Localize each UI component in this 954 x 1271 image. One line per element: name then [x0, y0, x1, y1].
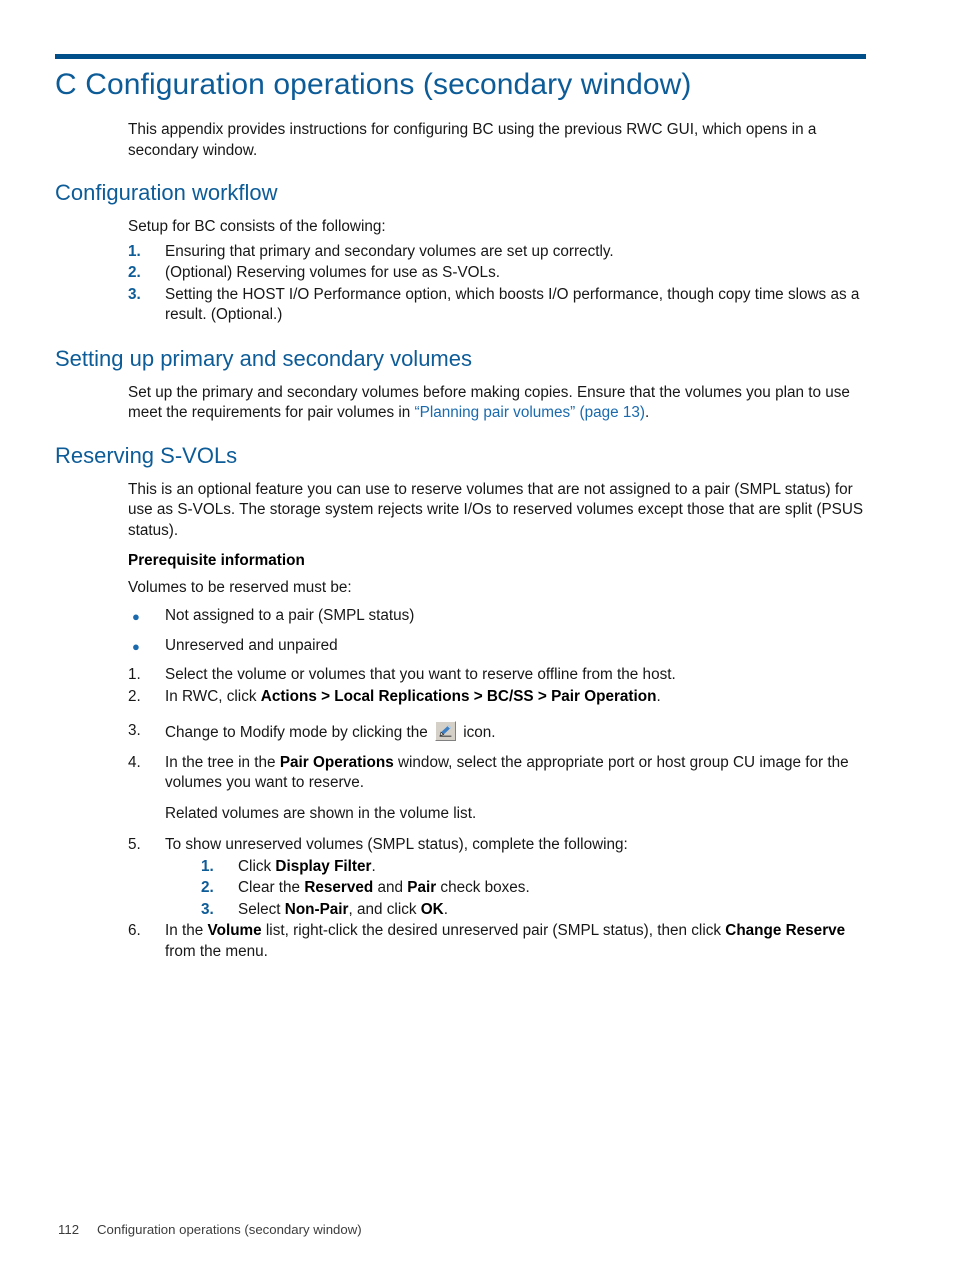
footer-chapter-title: Configuration operations (secondary wind… — [97, 1222, 362, 1237]
list-item: 2. Clear the Reserved and Pair check box… — [201, 878, 870, 899]
substep1-control: Display Filter — [275, 857, 372, 875]
workflow-step-list: 1. Ensuring that primary and secondary v… — [128, 242, 870, 326]
list-item-text: Unreserved and unpaired — [165, 636, 338, 654]
workflow-intro: Setup for BC consists of the following: — [128, 218, 386, 235]
pencil-icon[interactable] — [435, 721, 456, 741]
list-item: 2. In RWC, click Actions > Local Replica… — [128, 687, 870, 708]
substep2-control-2: Pair — [407, 879, 437, 896]
list-item-text: Setting the HOST I/O Performance option,… — [165, 285, 860, 324]
step6-control-2: Change Reserve — [725, 922, 846, 939]
list-item: 2. (Optional) Reserving volumes for use … — [128, 263, 870, 284]
planning-pair-volumes-link[interactable]: “Planning pair volumes” (page 13) — [415, 404, 645, 421]
list-marker: 5. — [128, 836, 141, 853]
prerequisite-bullet-list: ● Not assigned to a pair (SMPL status) ●… — [128, 606, 870, 656]
chapter-title: C Configuration operations (secondary wi… — [55, 68, 692, 101]
list-item: 5. To show unreserved volumes (SMPL stat… — [128, 835, 870, 920]
reserving-block: This is an optional feature you can use … — [128, 480, 870, 963]
chapter-intro-text: This appendix provides instructions for … — [128, 121, 817, 159]
list-marker: 2. — [128, 687, 141, 705]
step6-mid: list, right-click the desired unreserved… — [261, 922, 726, 939]
list-item-text: To show unreserved volumes (SMPL status)… — [165, 836, 628, 853]
step4-pre: In the tree in the — [165, 753, 280, 771]
list-marker: 1. — [128, 242, 141, 260]
step5-substep-list: 1. Click Display Filter. 2. Clear the Re… — [165, 857, 870, 921]
setup-volumes-block: Set up the primary and secondary volumes… — [128, 383, 870, 424]
step2-pre: In RWC, click — [165, 687, 261, 705]
list-item: 3. Setting the HOST I/O Performance opti… — [128, 285, 870, 326]
list-marker: 1. — [201, 857, 214, 875]
step2-post: . — [656, 687, 661, 705]
substep3-post: . — [443, 900, 448, 918]
section-heading-reserving-svols: Reserving S-VOLs — [55, 442, 238, 468]
list-item-text: Clear the Reserved and Pair check boxes. — [238, 879, 530, 896]
bullet-icon: ● — [132, 609, 140, 624]
setup-volumes-text-part2: . — [644, 404, 650, 421]
step4-window-name: Pair Operations — [279, 753, 394, 771]
reserving-intro: This is an optional feature you can use … — [128, 480, 864, 539]
step6-post: from the menu. — [165, 942, 268, 960]
list-item-text: In RWC, click Actions > Local Replicatio… — [165, 688, 661, 705]
list-item-text: In the tree in the Pair Operations windo… — [165, 754, 849, 792]
chapter-top-rule — [55, 54, 866, 59]
list-item-text: Ensuring that primary and secondary volu… — [165, 242, 614, 260]
list-marker: 3. — [128, 285, 141, 303]
setup-volumes-paragraph: Set up the primary and secondary volumes… — [128, 383, 870, 424]
document-page: C Configuration operations (secondary wi… — [0, 0, 954, 1271]
substep1-post: . — [371, 857, 376, 875]
list-item-text: In the Volume list, right-click the desi… — [165, 922, 845, 960]
step3-post: icon. — [459, 724, 496, 741]
list-item: 1. Select the volume or volumes that you… — [128, 665, 870, 686]
substep2-control-1: Reserved — [304, 879, 374, 896]
page-content: C Configuration operations (secondary wi… — [55, 66, 870, 963]
substep3-mid: , and click — [348, 900, 421, 918]
list-marker: 3. — [201, 900, 214, 918]
section-heading-configuration-workflow: Configuration workflow — [55, 180, 278, 205]
workflow-block: Setup for BC consists of the following: … — [128, 217, 870, 326]
bullet-icon: ● — [132, 638, 140, 654]
list-item: 4. In the tree in the Pair Operations wi… — [128, 753, 870, 835]
prerequisite-information-heading: Prerequisite information — [128, 552, 305, 569]
list-marker: 2. — [128, 264, 141, 281]
step4-note: Related volumes are shown in the volume … — [165, 804, 477, 822]
list-item-text: Click Display Filter. — [238, 858, 376, 875]
list-marker: 6. — [128, 922, 141, 939]
list-item: 1. Click Display Filter. — [201, 857, 870, 878]
footer-page-number: 112 — [58, 1222, 80, 1237]
reserving-step-list: 1. Select the volume or volumes that you… — [128, 665, 870, 962]
list-item: ● Unreserved and unpaired — [128, 636, 870, 657]
chapter-intro-block: This appendix provides instructions for … — [128, 120, 870, 161]
list-item-text: Select Non-Pair, and click OK. — [238, 901, 448, 918]
list-marker: 3. — [128, 722, 141, 739]
substep3-control-2: OK — [420, 900, 444, 918]
list-item: 3. Change to Modify mode by clicking the… — [128, 721, 870, 744]
substep2-post: check boxes. — [436, 879, 530, 896]
step6-control-1: Volume — [207, 922, 262, 939]
section-heading-setting-up-volumes: Setting up primary and secondary volumes — [55, 345, 472, 371]
list-item-text: Not assigned to a pair (SMPL status) — [165, 607, 415, 624]
list-item-text: (Optional) Reserving volumes for use as … — [165, 264, 500, 281]
substep2-mid: and — [373, 879, 408, 896]
list-marker: 2. — [201, 879, 214, 896]
list-item-text: Change to Modify mode by clicking the ic… — [165, 721, 496, 741]
step2-menu-path: Actions > Local Replications > BC/SS > P… — [260, 687, 657, 705]
step3-pre: Change to Modify mode by clicking the — [165, 724, 432, 741]
substep2-pre: Clear the — [238, 879, 305, 896]
list-item: 3. Select Non-Pair, and click OK. — [201, 900, 870, 921]
substep3-pre: Select — [238, 900, 285, 918]
step6-pre: In the — [165, 922, 208, 939]
substep1-pre: Click — [238, 857, 276, 875]
page-footer: 112 Configuration operations (secondary w… — [58, 1222, 362, 1238]
list-item: 6. In the Volume list, right-click the d… — [128, 921, 870, 962]
list-marker: 4. — [128, 753, 141, 771]
substep3-control-1: Non-Pair — [284, 900, 349, 918]
prerequisite-intro: Volumes to be reserved must be: — [128, 578, 352, 596]
list-item: ● Not assigned to a pair (SMPL status) — [128, 606, 870, 627]
list-marker: 1. — [128, 666, 141, 683]
list-item-text: Select the volume or volumes that you wa… — [165, 666, 676, 683]
list-item: 1. Ensuring that primary and secondary v… — [128, 242, 870, 263]
